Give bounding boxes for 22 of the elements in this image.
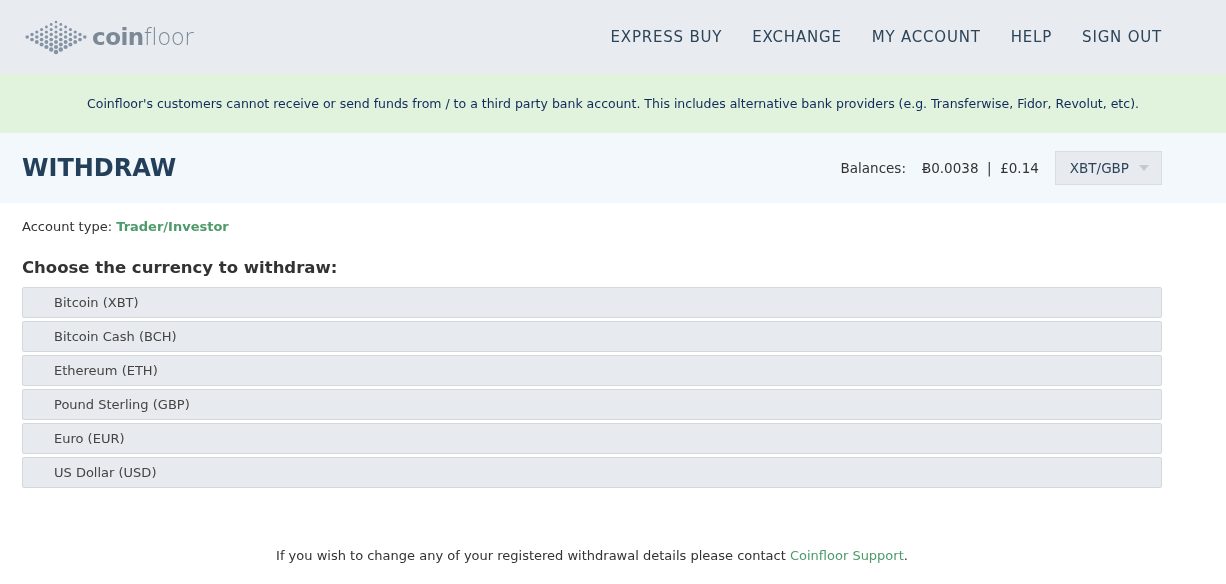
nav-link[interactable]: EXCHANGE: [752, 28, 842, 46]
caret-icon: [1139, 165, 1149, 171]
currency-option[interactable]: Bitcoin Cash (BCH): [22, 321, 1162, 352]
balances-values: Ƀ0.0038 | £0.14: [921, 160, 1039, 176]
currency-option[interactable]: US Dollar (USD): [22, 457, 1162, 488]
footer-text: If you wish to change any of your registered withdrawal details please contact Coinfloor Support.: [275, 548, 909, 563]
nav-link[interactable]: HELP: [1010, 28, 1053, 46]
market-select[interactable]: XBT/GBP: [1054, 151, 1162, 185]
currency-option[interactable]: Bitcoin (XBT): [22, 287, 1162, 318]
support-link[interactable]: Coinfloor Support: [789, 548, 904, 563]
currency-option[interactable]: Pound Sterling (GBP): [22, 389, 1162, 420]
nav-link[interactable]: MY ACCOUNT: [871, 28, 981, 46]
balances-label: Balances:: [840, 160, 906, 176]
notice-text: Coinfloor's customers cannot receive or send funds from / to a third party bank account. This includes alternative bank providers (e.g. Transferwise, Fidor, Revolut, etc).: [87, 96, 1139, 111]
currency-option[interactable]: Ethereum (ETH): [22, 355, 1162, 386]
currency-option[interactable]: Euro (EUR): [22, 423, 1162, 454]
nav-link[interactable]: EXPRESS BUY: [610, 28, 723, 46]
account-type: Account type: Trader/Investor: [22, 219, 230, 234]
section-heading: Choose the currency to withdraw:: [22, 258, 339, 277]
page-title: WITHDRAW: [22, 154, 177, 182]
nav-link[interactable]: SIGN OUT: [1082, 28, 1162, 46]
logo-text: coinfloor: [92, 24, 194, 50]
